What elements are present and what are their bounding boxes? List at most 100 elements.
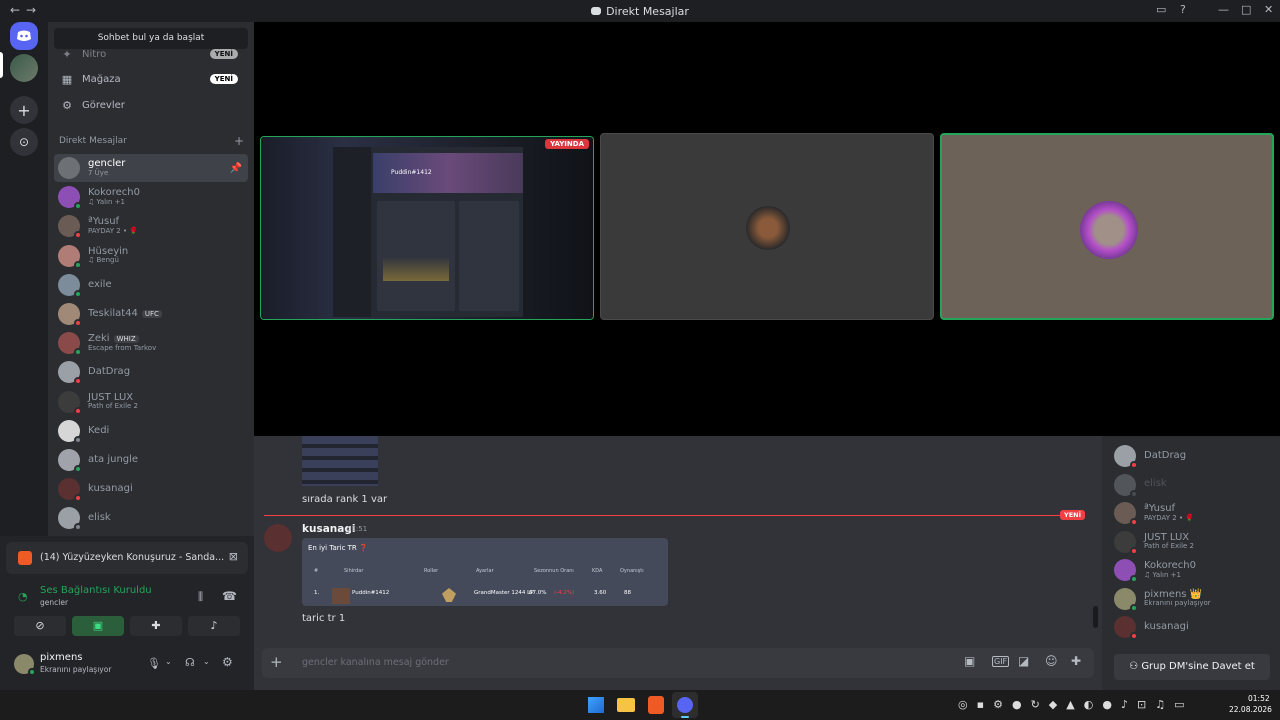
pin-icon[interactable]: 📌 [230,163,242,174]
dm-item[interactable]: JUST LUX Path of Exile 2 [54,388,248,416]
stream-window: Puddin#1412 [333,147,523,317]
add-server-icon[interactable]: + [10,96,38,124]
member-text: ªYusuf PAYDAY 2 • 🌹 [1144,504,1194,522]
tray-icon[interactable]: ◎ [958,698,977,711]
member-activity: Ekranını paylaşıyor [1144,599,1211,608]
apps-icon[interactable]: ✚ [1071,654,1081,668]
dm-item[interactable]: Kokorech0 ♫ Yalın +1 [54,183,248,211]
chevron-down-icon[interactable]: ⌄ [203,657,210,666]
nav-item-shop[interactable]: ▦ Mağaza YENİ [54,67,248,91]
dm-item[interactable]: ata jungle [54,446,248,474]
add-attachment-icon[interactable]: + [270,653,283,671]
tray-icon[interactable]: ▲ [1066,698,1083,711]
clock-time[interactable]: 01:52 [1248,694,1270,703]
nav-item-quests[interactable]: ⚙ Görevler [54,93,248,117]
member-name: kusanagi [1144,620,1189,632]
server-icon[interactable] [10,54,38,82]
dm-item[interactable]: Teskilat44 UFC [54,300,248,328]
tray-icon[interactable]: ◐ [1084,698,1103,711]
camera-button[interactable]: ⊘ [14,616,66,636]
file-explorer-icon[interactable] [617,698,635,712]
emoji-icon[interactable]: ☺ [1045,654,1058,668]
avatar [58,157,80,179]
maximize-button[interactable]: □ [1241,3,1251,16]
author-avatar[interactable] [264,524,292,552]
media-bar[interactable]: (14) Yüzyüzeyken Konuşuruz - Sanda... ⊠ [6,542,248,574]
settings-icon[interactable]: ⚙ [222,655,233,669]
dm-item[interactable]: gencler 7 Üye 📌 [54,154,248,182]
member-item[interactable]: pixmens 👑 Ekranını paylaşıyor [1114,587,1274,612]
gift-icon[interactable]: ▣ [964,654,975,668]
noise-suppression-icon[interactable]: ⫼ [198,590,203,604]
create-dm-icon[interactable]: + [234,134,244,148]
voice-status[interactable]: Ses Bağlantısı Kuruldu [40,585,152,596]
status-indicator [74,319,82,327]
start-icon[interactable] [588,697,604,713]
stream-card-2 [459,201,519,311]
tray-icon[interactable]: ▭ [1174,698,1193,711]
close-button[interactable]: ✕ [1264,3,1273,16]
tray-icon[interactable]: ⊡ [1137,698,1155,711]
tray-icon[interactable]: ♪ [1121,698,1137,711]
tray-icon[interactable]: ● [1012,698,1031,711]
participant-tile[interactable] [600,133,934,320]
tray-icon[interactable]: ▪ [977,698,993,711]
gif-icon[interactable]: GIF [992,656,1010,667]
dm-name: Kedi [88,424,110,436]
tray-icon[interactable]: ↻ [1031,698,1049,711]
disconnect-icon[interactable]: ☎ [222,589,237,603]
message-input[interactable]: gencler kanalına mesaj gönder [302,657,449,668]
screenshare-button[interactable]: ▣ [72,616,124,636]
status-indicator [1130,489,1138,498]
tray-icon[interactable]: ♫ [1155,698,1174,711]
activities-button[interactable]: ✚ [130,616,182,636]
minimize-button[interactable]: — [1218,3,1229,16]
member-item[interactable]: ªYusuf PAYDAY 2 • 🌹 [1114,501,1274,526]
server-indicator [0,52,3,78]
user-avatar[interactable] [14,654,36,676]
tray-icon[interactable]: ● [1102,698,1121,711]
explore-icon[interactable]: ⊙ [10,128,38,156]
member-item[interactable]: DatDrag [1114,444,1274,469]
help-icon[interactable]: ? [1180,3,1186,16]
sticker-icon[interactable]: ◪ [1018,654,1029,668]
speaking-participant-tile[interactable] [940,133,1274,320]
dm-item[interactable]: elisk [54,504,248,532]
voice-channel[interactable]: gencler [40,598,68,607]
image-attachment[interactable] [302,436,378,486]
member-item[interactable]: elisk [1114,473,1274,498]
chevron-down-icon[interactable]: ⌄ [165,657,172,666]
dm-item[interactable]: kusanagi [54,475,248,503]
member-item[interactable]: JUST LUX Path of Exile 2 [1114,530,1274,555]
dm-text: exile [88,279,112,291]
mic-icon[interactable]: 🎙 [147,657,161,670]
screenshare-tile[interactable]: Puddin#1412 YAYINDA [260,136,594,320]
dm-item[interactable]: ªYusuf PAYDAY 2 • 🌹 [54,212,248,240]
dm-item[interactable]: Zeki WHIZ Escape from Tarkov [54,329,248,357]
dm-item[interactable]: Hüseyin ♫ Bengü [54,242,248,270]
dm-item[interactable]: exile [54,271,248,299]
tray-icon[interactable]: ⚙ [993,698,1012,711]
avatar [58,215,82,240]
member-item[interactable]: Kokorech0 ♫ Yalın +1 [1114,558,1274,583]
avatar [58,390,82,415]
discord-taskbar-icon[interactable] [672,692,698,718]
member-item[interactable]: kusanagi [1114,615,1274,640]
inbox-icon[interactable]: ▭ [1156,3,1166,16]
soundboard-button[interactable]: ♪ [188,616,240,636]
nav-item-nitro[interactable]: ✦ Nitro YENİ [54,42,248,66]
tray-icon[interactable]: ◆ [1049,698,1066,711]
home-button[interactable] [10,22,38,50]
close-media-icon[interactable]: ⊠ [229,550,238,563]
embed-col-header: # [314,568,319,574]
scrollbar-thumb[interactable] [1093,606,1098,628]
avatar [58,449,82,473]
dm-item[interactable]: Kedi [54,417,248,445]
avatar [1114,502,1138,526]
dm-item[interactable]: DatDrag [54,358,248,386]
embed-card[interactable]: En iyi Taric TR ❓ # Sihirdar Roller Ayarlar… [302,538,668,606]
brave-icon[interactable] [648,696,664,714]
clock-date[interactable]: 22.08.2026 [1229,705,1272,714]
headset-icon[interactable]: ☊ [185,656,195,669]
invite-button[interactable]: ⚇ Grup DM'sine Davet et [1114,654,1270,680]
